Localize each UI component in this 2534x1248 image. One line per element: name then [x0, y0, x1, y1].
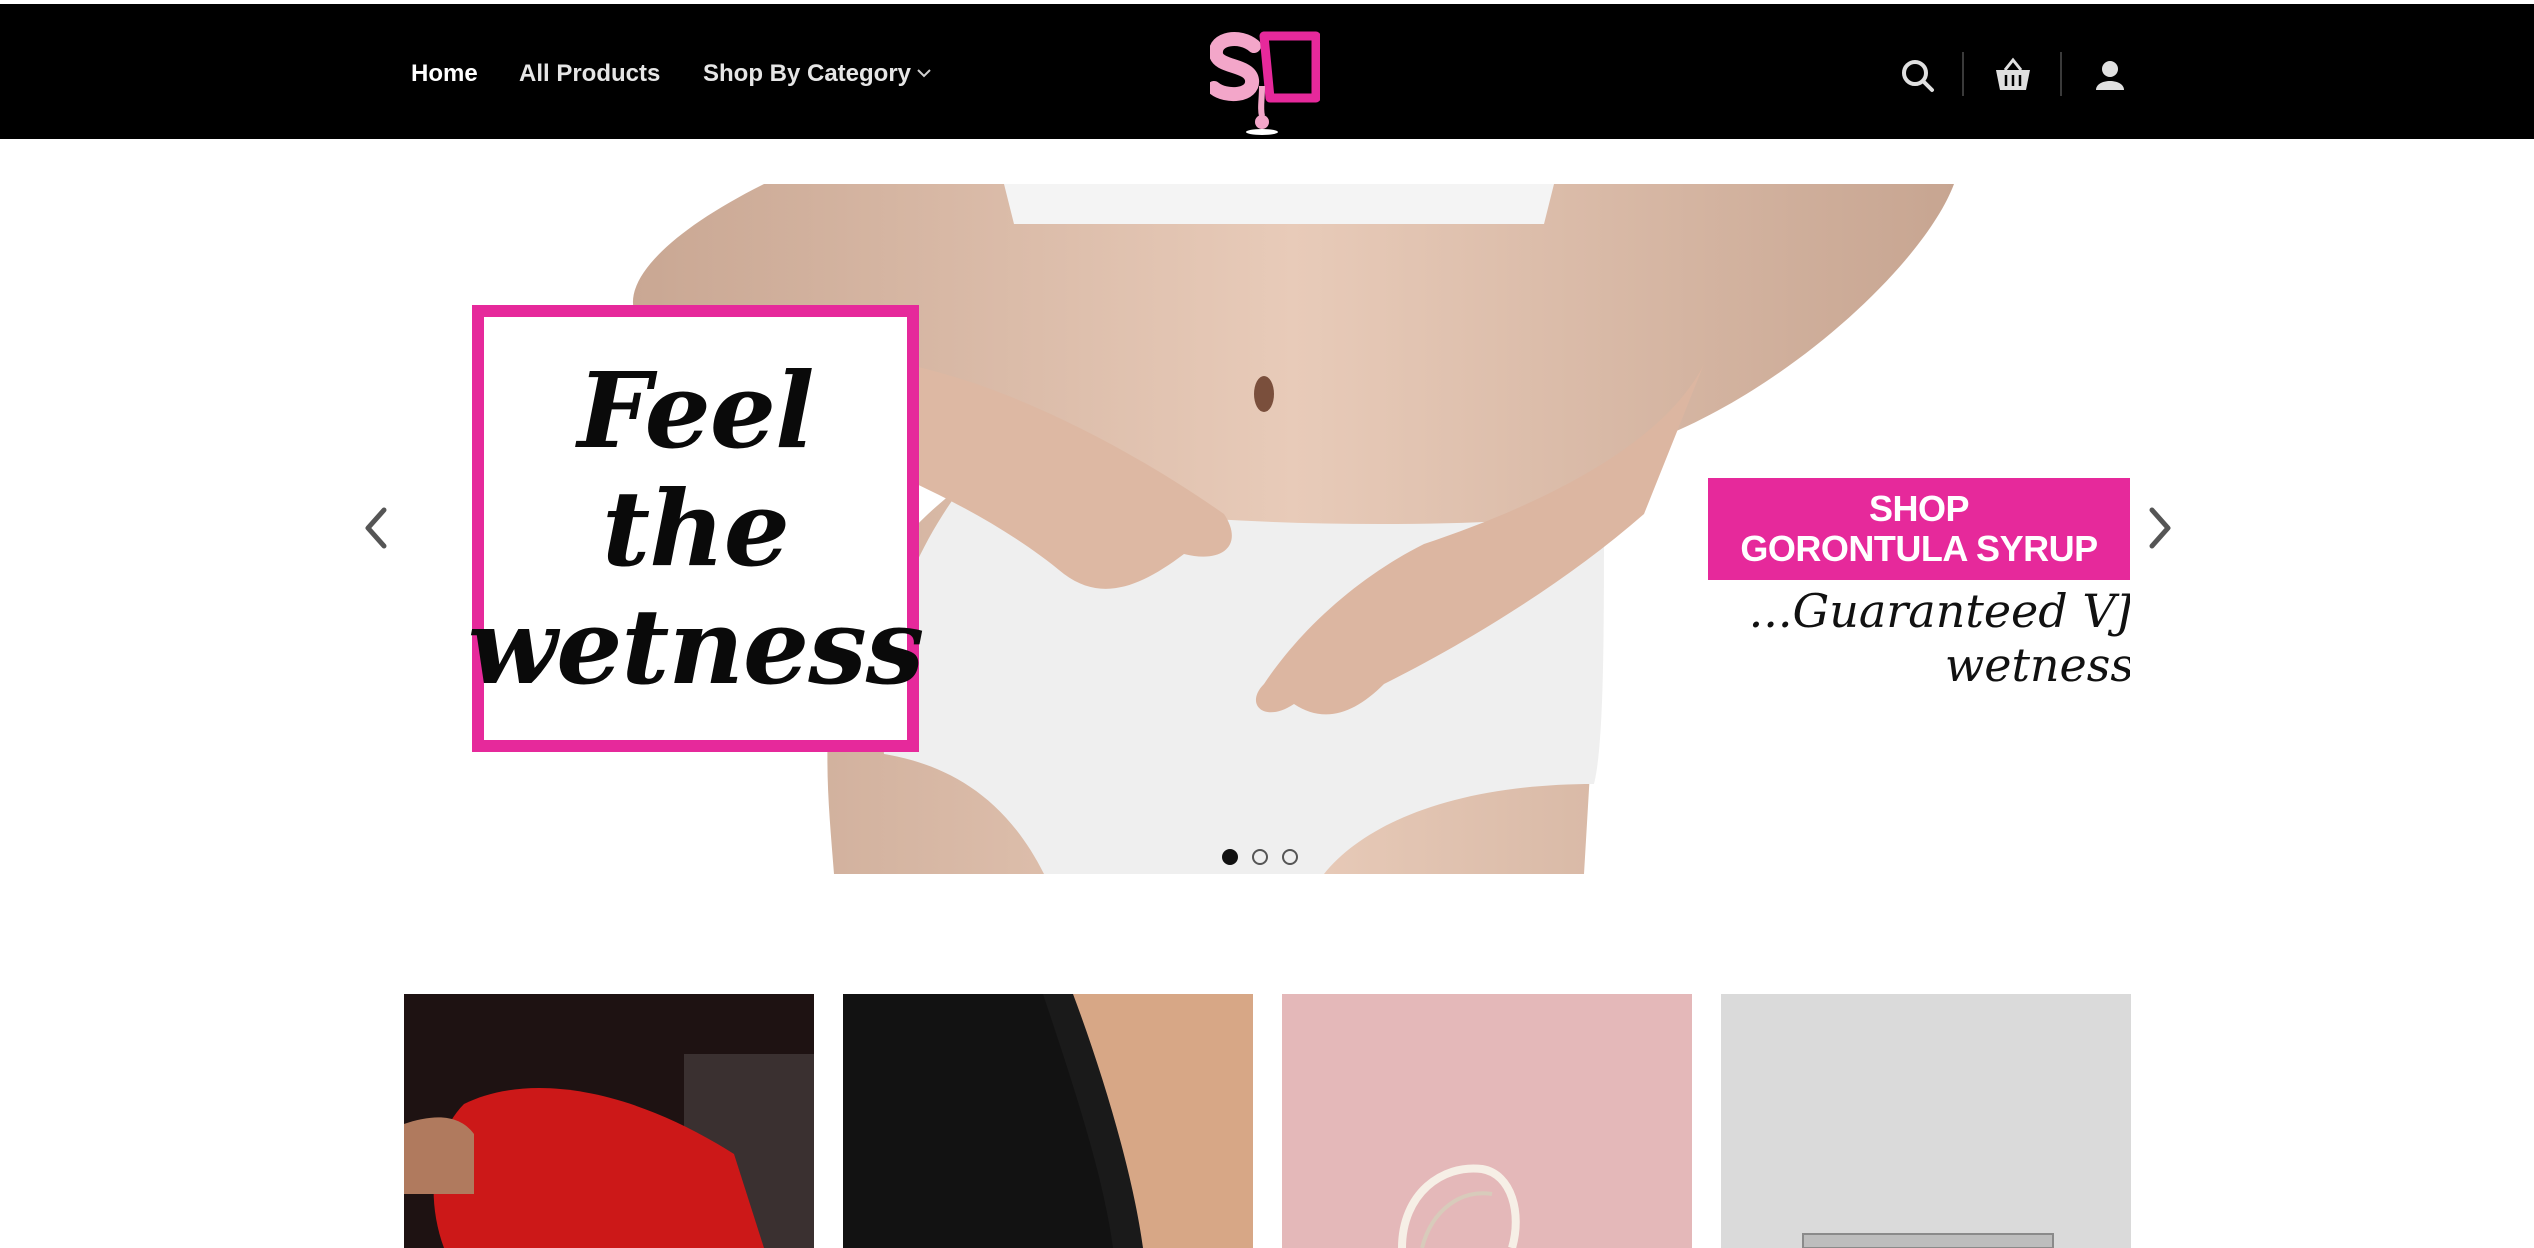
hero-slider: Feel the wetness SHOP GORONTULA SYRUP ..…: [404, 184, 2130, 874]
nav-home[interactable]: Home: [411, 60, 478, 88]
category-tile[interactable]: [404, 994, 814, 1248]
category-image: [1721, 994, 2131, 1248]
feel-line-2: the: [602, 466, 790, 590]
site-header: Home All Products Shop By Category: [0, 0, 2534, 139]
slider-next-arrow[interactable]: [2140, 500, 2180, 556]
nav-shop-by-category[interactable]: Shop By Category: [703, 60, 931, 88]
feel-the-wetness-box: Feel the wetness: [468, 305, 924, 752]
header-divider: [1962, 52, 1964, 96]
account-icon[interactable]: [2090, 56, 2130, 96]
chevron-down-icon: [917, 69, 931, 78]
category-image: [404, 994, 814, 1248]
slider-dot-1[interactable]: [1222, 849, 1238, 865]
hero-tagline: ...Guaranteed VJ wetness: [1748, 584, 2130, 692]
category-grid: [404, 994, 2131, 1248]
slider-dot-2[interactable]: [1252, 849, 1268, 865]
category-tile[interactable]: [1282, 994, 1692, 1248]
shop-gorontula-syrup-button[interactable]: SHOP GORONTULA SYRUP: [1708, 478, 2130, 580]
nav-all-products[interactable]: All Products: [519, 60, 660, 88]
feel-line-3: wetness: [467, 584, 925, 708]
search-icon[interactable]: [1898, 56, 1938, 96]
category-tile[interactable]: [843, 994, 1253, 1248]
nav-shop-by-category-label: Shop By Category: [703, 60, 912, 87]
category-tile[interactable]: [1721, 994, 2131, 1248]
shop-button-line-2: GORONTULA SYRUP: [1740, 528, 2098, 569]
header-divider: [2060, 52, 2062, 96]
slider-dots: [1222, 849, 1298, 865]
cart-icon[interactable]: [1993, 56, 2033, 96]
shop-button-line-1: SHOP: [1868, 488, 1970, 529]
feel-the-wetness-text: Feel the wetness: [467, 348, 925, 708]
category-image: [843, 994, 1253, 1248]
category-image: [1282, 994, 1692, 1248]
slider-prev-arrow[interactable]: [356, 500, 396, 556]
slider-dot-3[interactable]: [1282, 849, 1298, 865]
feel-line-1: Feel: [577, 348, 815, 472]
site-logo[interactable]: [1210, 28, 1320, 136]
